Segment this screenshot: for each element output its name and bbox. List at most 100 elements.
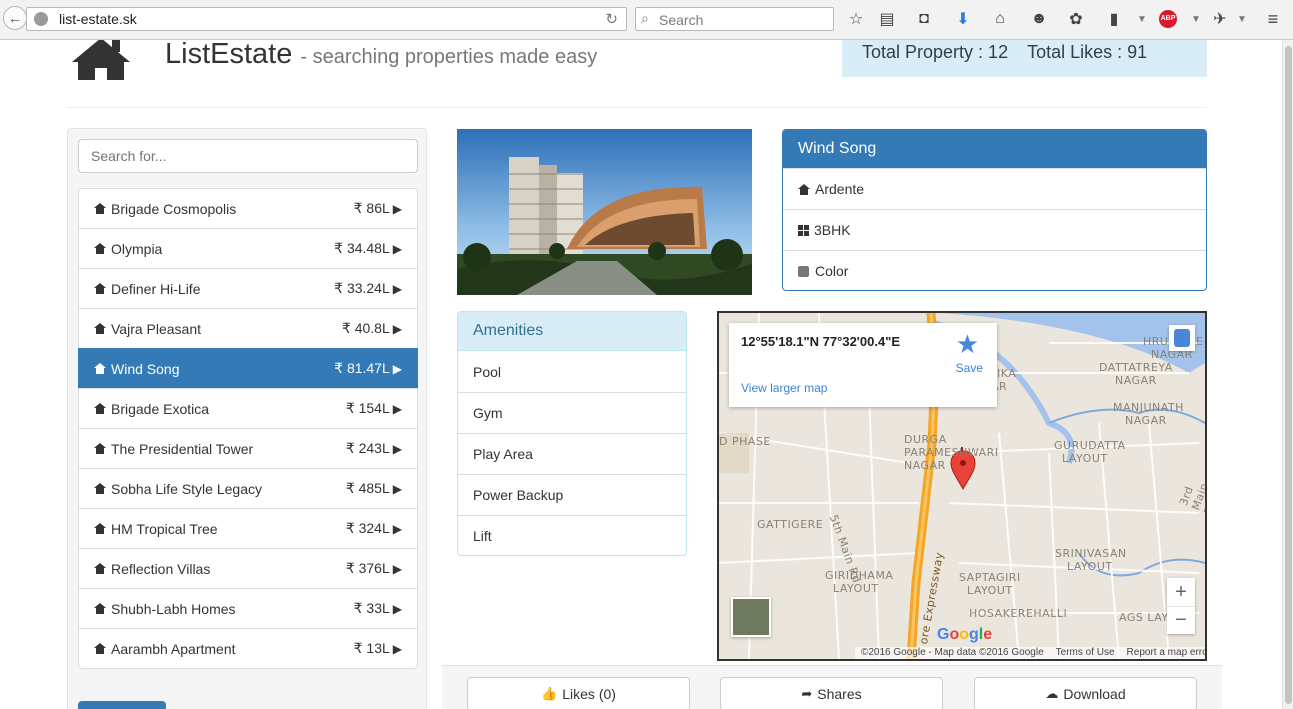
zoom-in-button[interactable]: + (1167, 578, 1195, 606)
back-button[interactable]: ← (3, 6, 27, 30)
play-arrow-icon: ▶ (392, 402, 402, 416)
location-map[interactable]: HRUSHIKE NAGAR DATTATREYA NAGAR MANJUNAT… (717, 311, 1207, 661)
home-icon (94, 563, 106, 574)
bookmark-star-icon[interactable]: ☆ (846, 9, 866, 29)
search-icon: ⌕ (641, 10, 649, 26)
property-list-item[interactable]: Vajra Pleasant ₹ 40.8L ▶ (78, 308, 418, 349)
map-label: HOSAKEREHALLI (969, 607, 1068, 620)
amenity-item: Lift (458, 515, 686, 555)
download-icon[interactable]: ⬇ (953, 9, 973, 29)
page: ListEstate - searching properties made e… (0, 40, 1282, 709)
header-divider (67, 107, 1207, 108)
home-icon (94, 403, 106, 414)
home-logo-icon (72, 40, 130, 80)
property-list: Brigade Cosmopolis ₹ 86L ▶ Olympia ₹ 34.48L ▶… (78, 188, 418, 669)
property-name-text: Vajra Pleasant (111, 320, 202, 337)
property-list-item[interactable]: Reflection Villas ₹ 376L ▶ (78, 548, 418, 589)
stats-banner: Total Property : 12 Total Likes : 91 (842, 40, 1207, 77)
property-list-item[interactable]: Aarambh Apartment ₹ 13L ▶ (78, 628, 418, 669)
adblock-icon[interactable]: ABP (1158, 9, 1178, 29)
property-price-text: ₹ 485L (345, 480, 390, 496)
menu-icon[interactable]: ≡ (1263, 9, 1283, 29)
property-list-item[interactable]: The Presidential Tower ₹ 243L ▶ (78, 428, 418, 469)
map-footer-link[interactable]: Terms of Use (1056, 647, 1115, 659)
street-view-pegman-icon[interactable] (1169, 325, 1195, 351)
home-icon (94, 603, 106, 614)
color-swatch-icon (798, 265, 809, 277)
property-list-item[interactable]: Sobha Life Style Legacy ₹ 485L ▶ (78, 468, 418, 509)
property-price: ₹ 40.8L ▶ (342, 320, 402, 337)
page-scrollbar[interactable] (1282, 40, 1293, 709)
property-list-item[interactable]: Shubh-Labh Homes ₹ 33L ▶ (78, 588, 418, 629)
zoom-out-button[interactable]: − (1167, 606, 1195, 634)
property-name: Aarambh Apartment (94, 641, 236, 657)
chevron-down-icon[interactable]: ▼ (1232, 9, 1252, 29)
amenity-item: Gym (458, 392, 686, 433)
star-icon[interactable]: ★ (956, 329, 979, 360)
property-list-item[interactable]: Olympia ₹ 34.48L ▶ (78, 228, 418, 269)
chevron-down-icon[interactable]: ▼ (1186, 9, 1206, 29)
map-label: GATTIGERE (757, 518, 824, 531)
property-name-text: Brigade Exotica (111, 400, 210, 417)
map-footer-link[interactable]: Report a map error (1127, 647, 1205, 659)
property-search-input[interactable] (78, 139, 418, 173)
property-list-item[interactable]: Wind Song ₹ 81.47L ▶ (78, 348, 418, 389)
chat-icon[interactable]: ☻ (1029, 9, 1049, 29)
map-label: DATTATREYA NAGAR (1099, 361, 1173, 387)
google-logo: Google (937, 626, 993, 643)
amenity-item: Pool (473, 363, 502, 380)
view-larger-map-link[interactable]: View larger map (741, 381, 827, 395)
property-list-item[interactable]: Brigade Exotica ₹ 154L ▶ (78, 388, 418, 429)
property-price: ₹ 243L ▶ (346, 440, 402, 457)
property-list-item[interactable]: HM Tropical Tree ₹ 324L ▶ (78, 508, 418, 549)
sort-button[interactable] (78, 701, 166, 709)
chevron-down-icon[interactable]: ▼ (1132, 9, 1152, 29)
property-price: ₹ 13L ▶ (354, 640, 402, 657)
property-list-item[interactable]: Definer Hi-Life ₹ 33.24L ▶ (78, 268, 418, 309)
reading-list-icon[interactable]: ▤ (877, 9, 897, 29)
detail-title: Wind Song (783, 130, 1206, 168)
brand[interactable]: ListEstate - searching properties made e… (165, 40, 597, 71)
builder-row: Ardente (783, 168, 1206, 209)
satellite-toggle[interactable] (731, 597, 771, 637)
browser-search-input[interactable]: ⌕ Search (635, 7, 834, 31)
property-price-text: ₹ 81.47L (334, 360, 390, 376)
home-icon (94, 443, 106, 454)
clipboard-icon[interactable]: ▮ (1104, 9, 1124, 29)
property-image (457, 129, 752, 295)
home-icon (94, 483, 106, 494)
tagline: - searching properties made easy (300, 46, 598, 68)
address-bar[interactable]: list-estate.sk ↻ (26, 7, 627, 31)
property-name-text: Shubh-Labh Homes (111, 600, 236, 617)
property-price: ₹ 33.24L ▶ (334, 280, 402, 297)
amenities-title: Amenities (458, 312, 686, 351)
property-name-text: Reflection Villas (111, 560, 211, 577)
download-button[interactable]: ☁ Download (974, 677, 1197, 709)
property-list-item[interactable]: Brigade Cosmopolis ₹ 86L ▶ (78, 188, 418, 229)
map-label: SRINIVASAN LAYOUT (1055, 547, 1127, 573)
site-info-icon[interactable] (34, 12, 48, 26)
likes-button[interactable]: 👍 Likes (0) (467, 677, 690, 709)
property-name-text: Definer Hi-Life (111, 280, 201, 297)
addon-icon[interactable]: ✈ (1210, 9, 1230, 29)
shares-button[interactable]: ➦ Shares (720, 677, 943, 709)
config-row: 3BHK (783, 209, 1206, 250)
map-save-link[interactable]: Save (956, 361, 983, 375)
extension-icon[interactable]: ✿ (1066, 9, 1086, 29)
property-sidebar: Brigade Cosmopolis₹ 86L▶Olympia₹ 34.48L▶… (67, 128, 427, 709)
home-icon[interactable]: ⌂ (990, 9, 1010, 29)
amenities-panel: Amenities Pool Gym Play Area Power Backup Li… (457, 311, 687, 556)
play-arrow-icon: ▶ (392, 442, 402, 456)
property-name-text: Aarambh Apartment (111, 640, 236, 657)
pocket-icon[interactable]: ◘ (914, 9, 934, 29)
property-name: Brigade Exotica (94, 401, 209, 417)
property-detail-panel: Wind Song Ardente 3BHK Color (782, 129, 1207, 291)
scrollbar-thumb[interactable] (1285, 46, 1292, 704)
play-arrow-icon: ▶ (392, 322, 402, 336)
property-name: Olympia (94, 241, 162, 257)
reload-icon[interactable]: ↻ (605, 10, 618, 28)
property-name: Shubh-Labh Homes (94, 601, 236, 617)
home-icon (798, 183, 810, 195)
action-bar: 👍 Likes (0) ➦ Shares ☁ Download (442, 665, 1222, 709)
play-arrow-icon: ▶ (392, 522, 402, 536)
